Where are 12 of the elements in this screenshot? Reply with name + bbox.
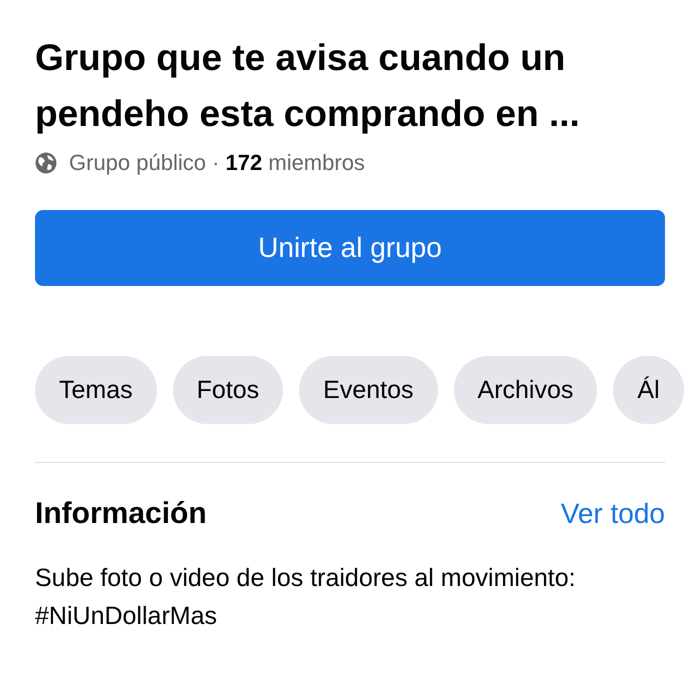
group-title: Grupo que te avisa cuando un pendeho esta comprando en ... (35, 36, 581, 136)
group-meta-text: Grupo público · 172 miembros (69, 150, 365, 176)
section-heading: Información (35, 497, 207, 531)
tab-chip[interactable]: Eventos (299, 356, 438, 424)
see-all-link[interactable]: Ver todo (560, 498, 665, 530)
tab-chip[interactable]: Archivos (454, 356, 598, 424)
tab-chip[interactable]: Temas (35, 356, 157, 424)
group-description: Sube foto o video de los traidores al movimiento: #NiUnDollarMas (35, 563, 577, 632)
join-group-button[interactable]: Unirte al grupo (35, 210, 665, 286)
globe-icon (35, 152, 57, 174)
tab-chip[interactable]: Fotos (172, 356, 284, 424)
tab-chip[interactable]: Ál (613, 356, 684, 424)
